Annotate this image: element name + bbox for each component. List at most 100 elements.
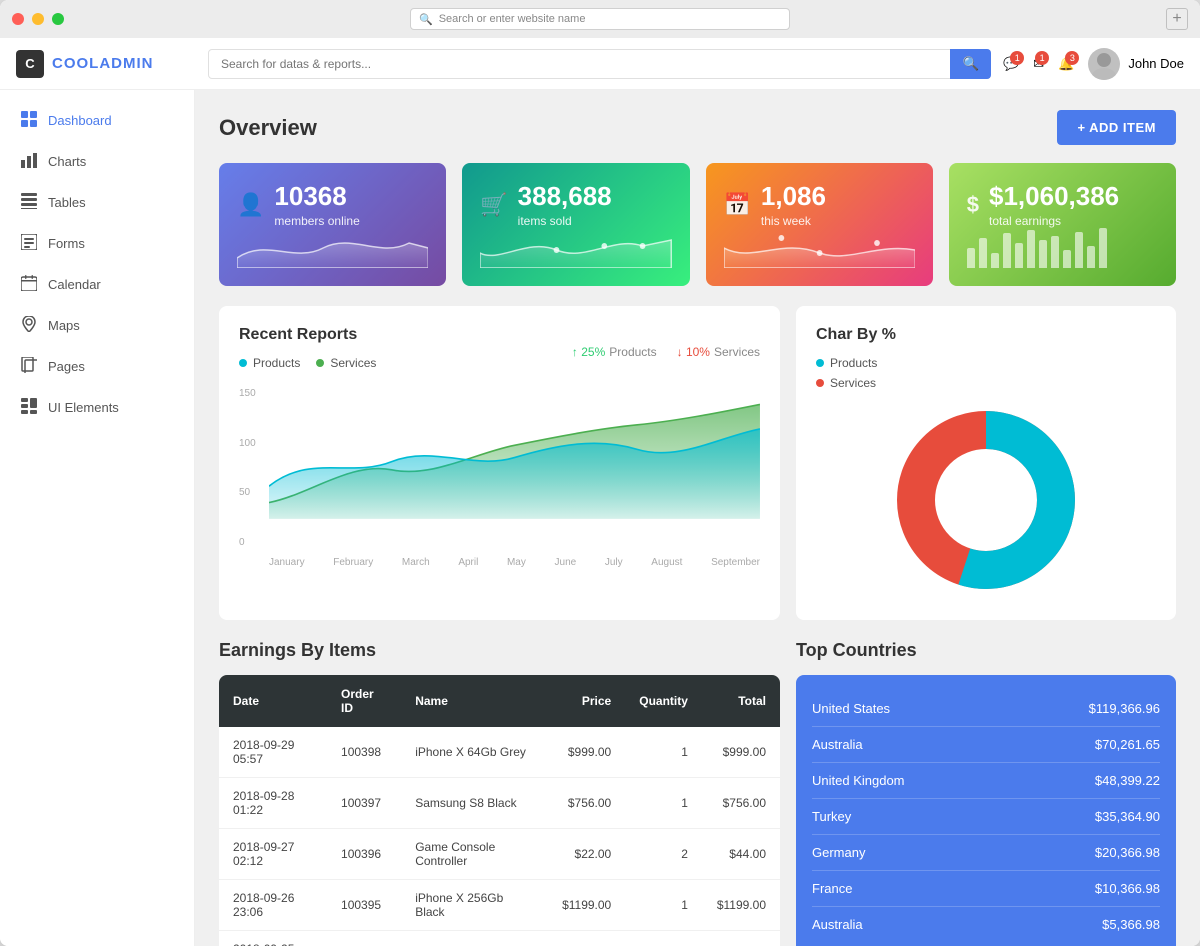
main-layout: Dashboard Charts Tables Forms (0, 90, 1200, 946)
content-area: Overview + ADD ITEM 👤 10368 members onli… (195, 90, 1200, 946)
col-name: Name (401, 675, 548, 727)
user-info[interactable]: John Doe (1088, 48, 1184, 80)
country-row: Australia $70,261.65 (812, 727, 1160, 763)
cell-date: 2018-09-25 19:03 (219, 931, 327, 946)
members-icon: 👤 (237, 192, 264, 218)
cell-order-id: 100395 (327, 880, 401, 931)
donut-products-label: Products (830, 356, 877, 370)
cell-total: $1199.00 (702, 880, 780, 931)
cell-qty: 1 (625, 727, 702, 778)
app-header: C COOLADMIN 🔍 💬 1 ✉ 1 🔔 3 (0, 38, 1200, 90)
cell-order-id: 100398 (327, 727, 401, 778)
sidebar-label-dashboard: Dashboard (48, 113, 112, 128)
sidebar-item-pages[interactable]: Pages (0, 346, 194, 387)
cell-price: $22.00 (548, 829, 625, 880)
country-name: United Kingdom (812, 773, 905, 788)
dollar-icon: $ (967, 192, 979, 218)
new-tab-button[interactable]: + (1166, 8, 1188, 30)
products-stat-label: Products (609, 345, 656, 359)
cell-qty: 1 (625, 880, 702, 931)
earnings-section: Earnings By Items Date Order ID Name Pri… (219, 640, 780, 946)
bar-2 (979, 238, 987, 268)
services-stat-label: Services (714, 345, 760, 359)
cart-icon: 🛒 (480, 192, 507, 218)
avatar (1088, 48, 1120, 80)
cell-total: $30.00 (702, 931, 780, 946)
add-item-button[interactable]: + ADD ITEM (1057, 110, 1176, 145)
x-mar: March (402, 557, 430, 568)
cell-order-id: 100396 (327, 829, 401, 880)
items-sold-label: items sold (518, 214, 612, 228)
table-row: 2018-09-28 01:22 100397 Samsung S8 Black… (219, 778, 780, 829)
area-chart: 150 100 50 0 (239, 388, 760, 568)
x-jan: January (269, 557, 305, 568)
cell-total: $999.00 (702, 727, 780, 778)
bar-4 (1003, 233, 1011, 268)
cell-date: 2018-09-27 02:12 (219, 829, 327, 880)
bar-7 (1039, 240, 1047, 268)
maps-icon (20, 316, 38, 335)
logo-text: COOLADMIN (52, 55, 154, 72)
url-text: Search or enter website name (439, 13, 586, 25)
sidebar-item-dashboard[interactable]: Dashboard (0, 100, 194, 141)
col-quantity: Quantity (625, 675, 702, 727)
search-button[interactable]: 🔍 (950, 49, 991, 79)
bar-8 (1051, 236, 1059, 268)
col-order-id: Order ID (327, 675, 401, 727)
logo-icon: C (16, 50, 44, 78)
donut-services-dot (816, 379, 824, 387)
country-amount: $48,399.22 (1095, 773, 1160, 788)
earnings-chart (967, 228, 1158, 268)
cell-qty: 1 (625, 778, 702, 829)
services-stat: ↓ 10% Services (677, 345, 760, 359)
bar-10 (1075, 232, 1083, 268)
donut-legend-services: Services (816, 376, 1156, 390)
cell-total: $44.00 (702, 829, 780, 880)
x-sep: September (711, 557, 760, 568)
countries-card: United States $119,366.96 Australia $70,… (796, 675, 1176, 946)
sidebar-item-forms[interactable]: Forms (0, 223, 194, 264)
sidebar-item-ui-elements[interactable]: UI Elements (0, 387, 194, 428)
title-bar: 🔍 Search or enter website name + (0, 0, 1200, 38)
table-row: 2018-09-29 05:57 100398 iPhone X 64Gb Gr… (219, 727, 780, 778)
calendar-icon (20, 275, 38, 294)
country-row: Germany $20,366.98 (812, 835, 1160, 871)
forms-icon (20, 234, 38, 253)
donut-legend: Products Services (816, 356, 1156, 390)
country-name: Turkey (812, 809, 851, 824)
url-bar[interactable]: 🔍 Search or enter website name (410, 8, 790, 30)
app-window: 🔍 Search or enter website name + C COOLA… (0, 0, 1200, 946)
bar-9 (1063, 250, 1071, 268)
y-label-0: 0 (239, 537, 256, 548)
x-aug: August (651, 557, 682, 568)
donut-products-dot (816, 359, 824, 367)
sidebar-label-pages: Pages (48, 359, 85, 374)
mail-icon-badge[interactable]: ✉ 1 (1033, 56, 1044, 72)
overview-header: Overview + ADD ITEM (219, 110, 1176, 145)
chat-icon-badge[interactable]: 💬 1 (1003, 56, 1019, 72)
country-name: United States (812, 701, 890, 716)
cell-price: $10.00 (548, 931, 625, 946)
earnings-title: Earnings By Items (219, 640, 780, 661)
cell-order-id: 100397 (327, 778, 401, 829)
minimize-button[interactable] (32, 13, 44, 25)
search-icon: 🔍 (419, 13, 433, 26)
sidebar-item-charts[interactable]: Charts (0, 141, 194, 182)
cell-name: iPhone X 256Gb Black (401, 880, 548, 931)
col-date: Date (219, 675, 327, 727)
bell-icon-badge[interactable]: 🔔 3 (1058, 56, 1074, 72)
sidebar-item-tables[interactable]: Tables (0, 182, 194, 223)
close-button[interactable] (12, 13, 24, 25)
maximize-button[interactable] (52, 13, 64, 25)
cell-name: iPhone X 64Gb Grey (401, 727, 548, 778)
table-row: 2018-09-25 19:03 100393 USB 3.0 Cable $1… (219, 931, 780, 946)
search-input[interactable] (208, 49, 991, 79)
sidebar-item-calendar[interactable]: Calendar (0, 264, 194, 305)
stat-cards: 👤 10368 members online (219, 163, 1176, 286)
mail-badge: 1 (1035, 51, 1049, 65)
bell-badge: 3 (1065, 51, 1079, 65)
overview-title: Overview (219, 115, 317, 141)
country-name: Australia (812, 737, 863, 752)
sidebar-item-maps[interactable]: Maps (0, 305, 194, 346)
charts-icon (20, 152, 38, 171)
